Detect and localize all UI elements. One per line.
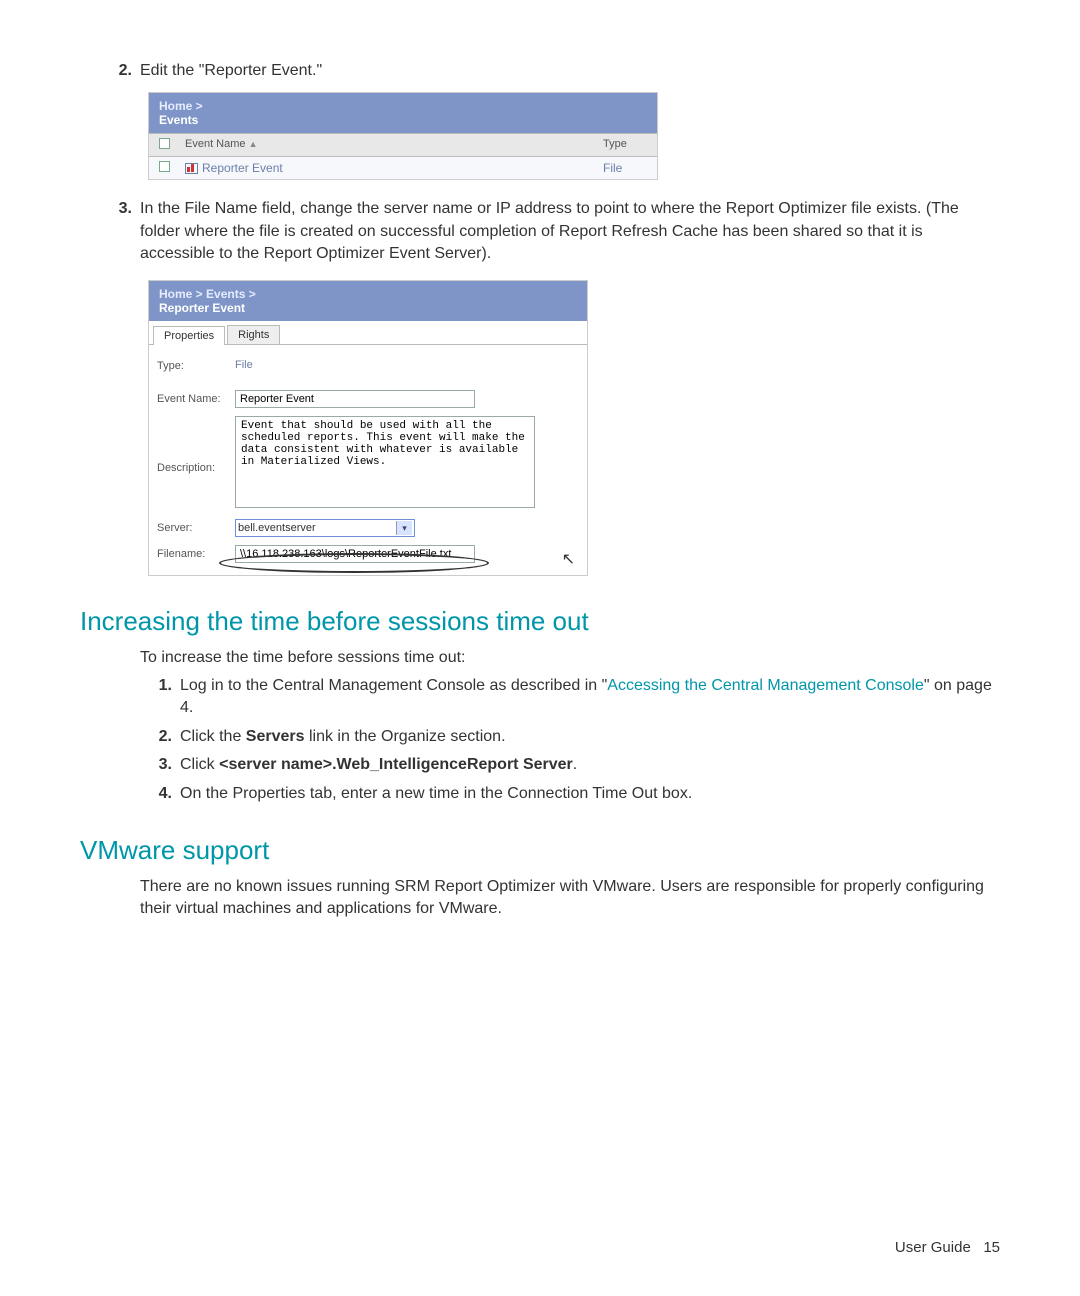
sort-asc-icon: ▲ <box>249 139 258 149</box>
label-filename: Filename: <box>157 545 235 560</box>
breadcrumb: Home > Events > Reporter Event <box>149 281 587 321</box>
heading-sessions-timeout: Increasing the time before sessions time… <box>80 606 1000 637</box>
label-event-name: Event Name: <box>157 390 235 405</box>
step-2-number: 2. <box>80 60 140 82</box>
heading-vmware: VMware support <box>80 835 1000 866</box>
breadcrumb: Home > Events <box>149 93 657 133</box>
breadcrumb-home: Home > <box>159 99 203 113</box>
filename-input[interactable] <box>235 545 475 563</box>
cursor-icon: ↖ <box>562 549 575 569</box>
footer-label: User Guide <box>895 1239 971 1256</box>
label-description: Description: <box>157 416 235 474</box>
page-footer: User Guide 15 <box>895 1239 1000 1256</box>
select-all-checkbox[interactable] <box>159 138 170 149</box>
event-properties-screenshot: Home > Events > Reporter Event Propertie… <box>148 280 588 576</box>
events-table-header: Event Name ▲ Type <box>149 133 657 157</box>
col-event-name[interactable]: Event Name <box>185 138 246 150</box>
step-3-number: 3. <box>80 198 140 265</box>
label-server: Server: <box>157 519 235 534</box>
sessions-intro: To increase the time before sessions tim… <box>140 647 1000 669</box>
s2-text: Click the Servers link in the Organize s… <box>180 726 1000 748</box>
link-cmc[interactable]: Accessing the Central Management Console <box>607 677 924 694</box>
events-list-screenshot: Home > Events Event Name ▲ Type Reporter… <box>148 92 658 180</box>
label-type: Type: <box>157 357 235 372</box>
server-selected-value: bell.eventserver <box>238 522 316 534</box>
tab-properties[interactable]: Properties <box>153 326 225 345</box>
footer-page: 15 <box>983 1239 1000 1256</box>
breadcrumb-current: Reporter Event <box>159 301 245 315</box>
chevron-down-icon: ▾ <box>396 521 412 535</box>
col-type[interactable]: Type <box>597 134 657 156</box>
description-textarea[interactable] <box>235 416 535 508</box>
tab-rights[interactable]: Rights <box>227 325 280 344</box>
s1-text: Log in to the Central Management Console… <box>180 675 1000 720</box>
breadcrumb-path: Home > Events > <box>159 287 256 301</box>
value-type: File <box>235 359 253 371</box>
event-name-cell: Reporter Event <box>202 161 283 175</box>
vmware-body: There are no known issues running SRM Re… <box>140 876 1000 921</box>
step-3: 3. In the File Name field, change the se… <box>80 198 1000 265</box>
s4-num: 4. <box>120 783 180 805</box>
tab-bar: Properties Rights <box>149 321 587 345</box>
s4-text: On the Properties tab, enter a new time … <box>180 783 1000 805</box>
step-3-text: In the File Name field, change the serve… <box>140 198 1000 265</box>
breadcrumb-current: Events <box>159 113 198 127</box>
s3-num: 3. <box>120 754 180 776</box>
s1-num: 1. <box>120 675 180 720</box>
server-select[interactable]: bell.eventserver ▾ <box>235 519 415 537</box>
row-checkbox[interactable] <box>159 161 170 172</box>
step-2: 2. Edit the "Reporter Event." <box>80 60 1000 82</box>
table-row[interactable]: Reporter Event File <box>149 157 657 179</box>
event-type-cell: File <box>597 157 657 179</box>
event-icon <box>185 163 198 174</box>
s3-text: Click <server name>.Web_IntelligenceRepo… <box>180 754 1000 776</box>
step-2-text: Edit the "Reporter Event." <box>140 60 1000 82</box>
event-name-input[interactable] <box>235 390 475 408</box>
s2-num: 2. <box>120 726 180 748</box>
